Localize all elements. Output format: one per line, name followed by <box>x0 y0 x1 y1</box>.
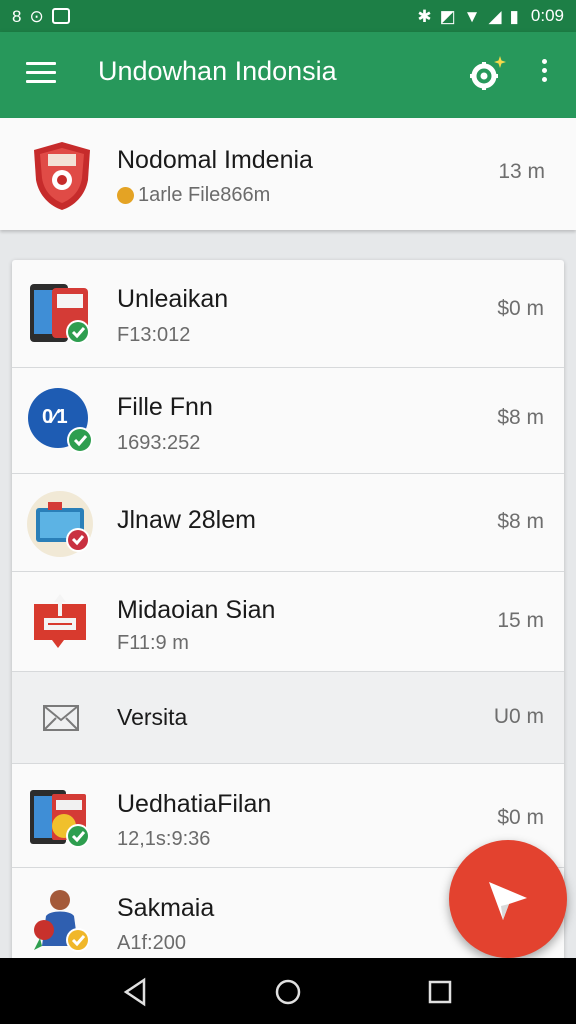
app-title: Undowhan Indonsia <box>98 56 337 86</box>
signal-icon: ◢ <box>488 6 502 26</box>
more-vert-icon[interactable] <box>536 59 552 91</box>
list-item-size: $0 m <box>497 297 544 320</box>
no-signal-icon: ◩ <box>439 6 456 26</box>
coin-icon <box>117 187 134 204</box>
header-card[interactable]: Nodomal Imdenia 1arle File866m 13 m <box>0 118 576 230</box>
settings-icon[interactable] <box>466 54 506 94</box>
book-stack-app-icon <box>30 790 90 848</box>
list-item-title: Fille Fnn <box>117 393 213 421</box>
list-item-subtitle: 1693:252 <box>117 432 201 454</box>
envelope-icon <box>43 705 79 731</box>
list-item-size: U0 m <box>493 705 544 728</box>
notification-dot-icon: ⊙ <box>29 6 44 26</box>
list-item[interactable]: Unleaikan F13:012 $0 m <box>12 260 564 368</box>
svg-text:0⁄1: 0⁄1 <box>42 406 68 428</box>
list-item-size: $0 m <box>497 806 544 829</box>
list-item-title: Versita <box>117 704 188 730</box>
home-icon[interactable] <box>272 976 304 1008</box>
bluetooth-icon: ✱ <box>417 6 432 26</box>
header-card-subtitle: 1arle File866m <box>138 184 271 206</box>
blue-circle-app-icon: 0⁄1 <box>28 388 93 453</box>
list-item[interactable]: Versita U0 m <box>12 672 564 764</box>
battery-icon: ▮ <box>509 6 519 26</box>
recents-icon[interactable] <box>424 976 456 1008</box>
list-item-title: Jlnaw 28lem <box>117 506 256 534</box>
header-card-size: 13 m <box>498 160 545 183</box>
list-item-title: Midaoian Sian <box>117 596 276 624</box>
list-item-subtitle: F13:012 <box>117 324 191 346</box>
list-item-subtitle: A1f:200 <box>117 932 186 954</box>
list-item-subtitle: 12,1s:9:36 <box>117 828 211 850</box>
status-time: 0:09 <box>530 6 564 25</box>
monitor-app-icon <box>27 491 93 557</box>
list-item[interactable]: Jlnaw 28lem $8 m <box>12 474 564 572</box>
status-bar: 8 ⊙ ✱ ◩ ▼ ◢ ▮ 0:09 <box>0 0 576 32</box>
list-item-title: UedhatiaFilan <box>117 790 272 818</box>
list-item-size: 15 m <box>497 609 544 632</box>
tablet-app-icon <box>30 284 90 344</box>
navigation-bar <box>0 958 576 1024</box>
chat-bubble-app-icon <box>34 594 86 648</box>
list-item-size: $8 m <box>497 510 544 533</box>
send-icon <box>489 882 527 920</box>
person-app-icon <box>34 890 90 952</box>
shield-icon <box>34 142 90 210</box>
list-item[interactable]: 0⁄1 Fille Fnn 1693:252 $8 m <box>12 368 564 474</box>
wifi-icon: ▼ <box>463 6 481 26</box>
list-item[interactable]: Midaoian Sian F11:9 m 15 m <box>12 572 564 672</box>
list-item-size: $8 m <box>497 406 544 429</box>
back-icon[interactable] <box>120 976 152 1008</box>
list-item-title: Sakmaia <box>117 894 215 922</box>
list-item-title: Unleaikan <box>117 285 229 313</box>
app-bar: Undowhan Indonsia <box>0 32 576 118</box>
list-item-subtitle: F11:9 m <box>117 632 189 654</box>
photo-notification-icon <box>51 8 70 24</box>
send-fab-button[interactable] <box>449 840 567 958</box>
menu-icon[interactable] <box>26 62 56 86</box>
status-left-text: 8 <box>12 6 22 26</box>
header-card-title: Nodomal Imdenia <box>117 146 313 174</box>
